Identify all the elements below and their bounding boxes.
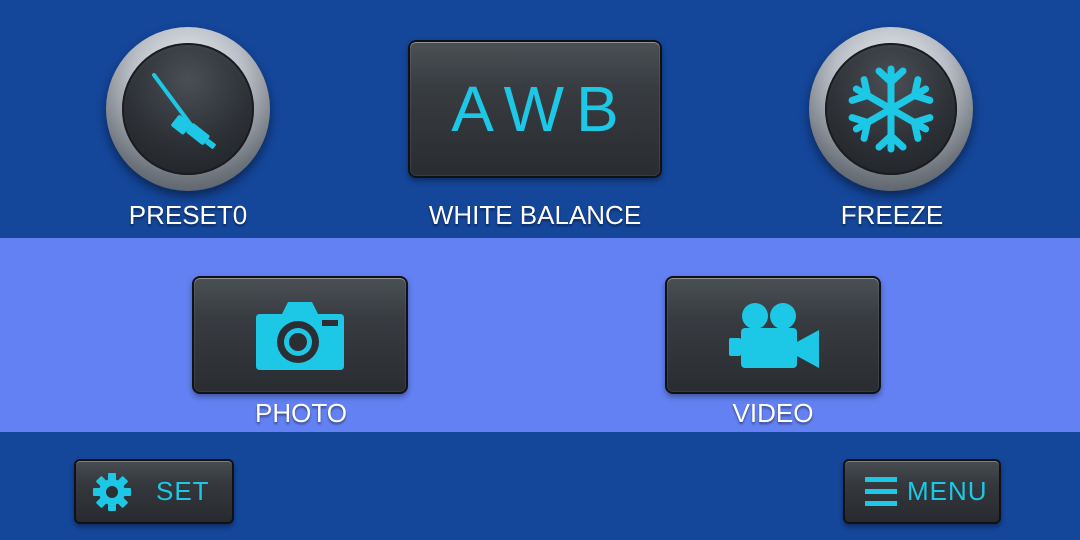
video-button[interactable] (665, 276, 881, 394)
set-button[interactable]: SET (74, 459, 234, 524)
freeze-label: FREEZE (840, 200, 944, 230)
freeze-button[interactable] (809, 27, 973, 191)
set-label: SET (156, 476, 210, 506)
menu-label: MENU (907, 476, 988, 506)
video-camera-icon (729, 303, 819, 368)
snowflake-icon (848, 65, 934, 153)
awb-text: AWB (451, 73, 631, 145)
preset-button-face (122, 43, 254, 175)
white-balance-label: WHITE BALANCE (428, 200, 642, 230)
preset-label: PRESET0 (128, 200, 248, 230)
white-balance-button[interactable]: AWB (408, 40, 662, 178)
action-band (0, 238, 1080, 432)
video-label: VIDEO (732, 398, 814, 428)
hamburger-menu-icon (865, 477, 897, 506)
photo-label: PHOTO (255, 398, 347, 428)
preset-button[interactable] (106, 27, 270, 191)
scope-icon (152, 73, 216, 149)
gear-icon (93, 473, 131, 511)
photo-button[interactable] (192, 276, 408, 394)
menu-button[interactable]: MENU (843, 459, 1001, 524)
camera-icon (256, 302, 344, 370)
freeze-button-face (825, 43, 957, 175)
